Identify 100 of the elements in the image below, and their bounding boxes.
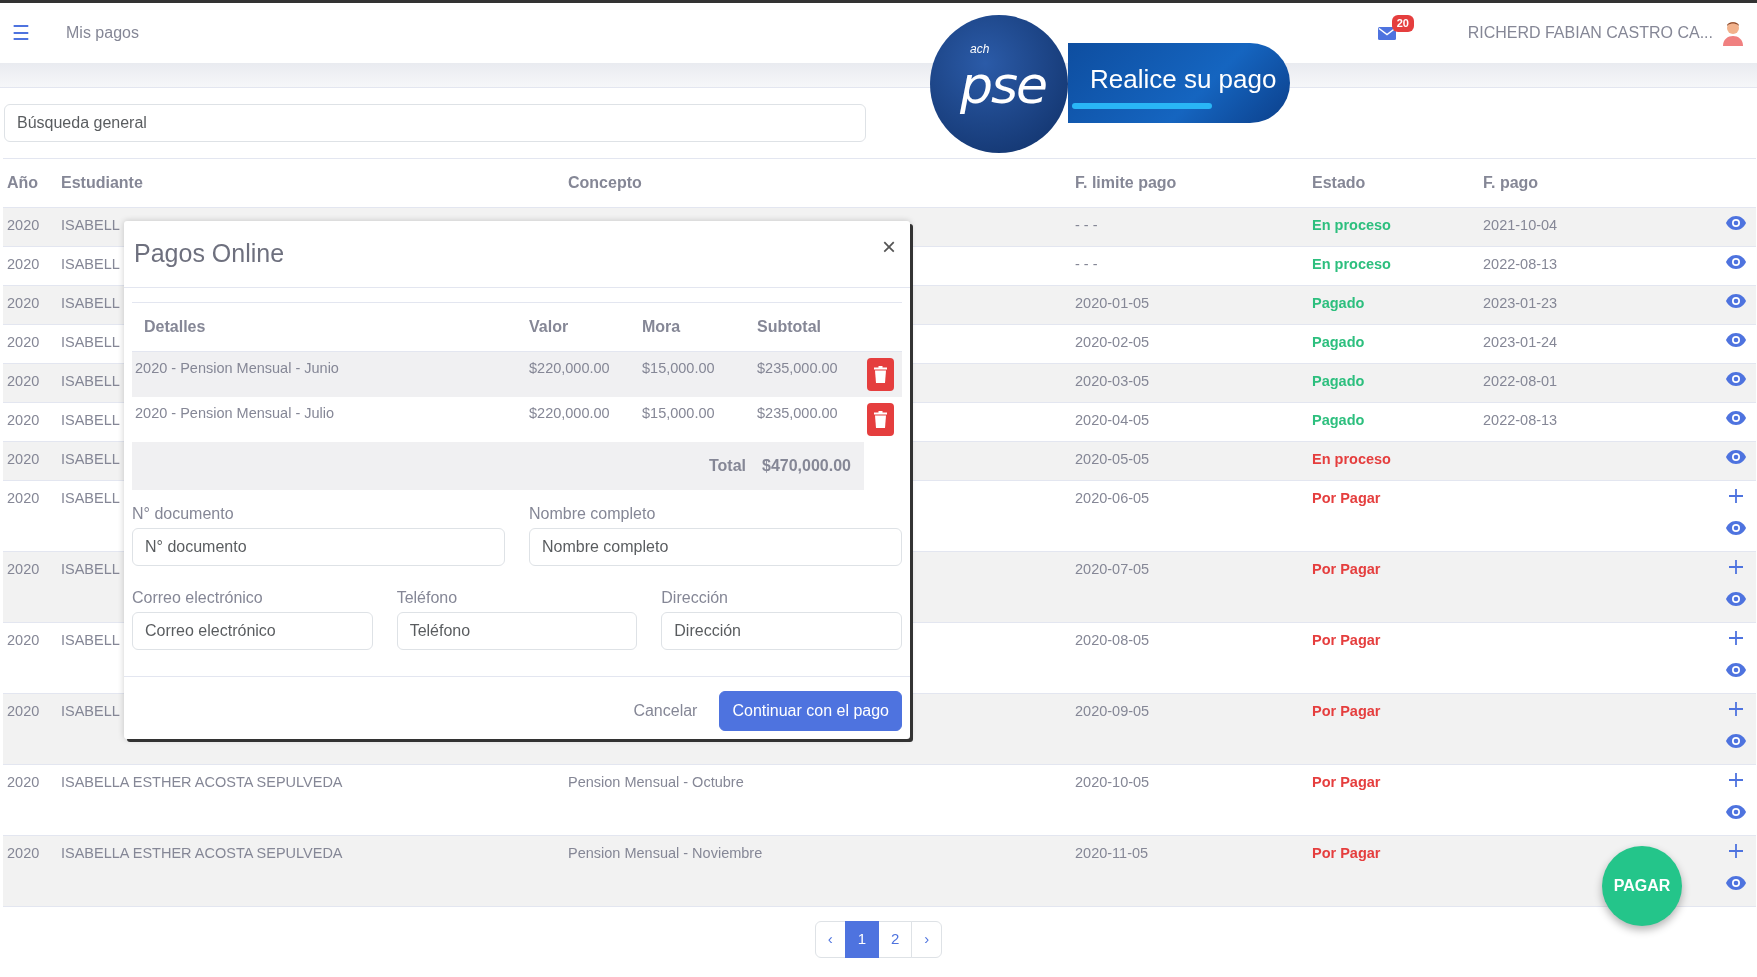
table-cell: - - -	[1071, 207, 1308, 247]
table-cell: Pension Mensual - Octubre	[568, 774, 744, 790]
status-text: Por Pagar	[1308, 693, 1479, 765]
field-label: Correo electrónico	[132, 587, 264, 608]
input-field[interactable]: N° documento	[132, 527, 505, 566]
column-header: Valor	[526, 302, 639, 351]
table-cell: 2020	[3, 480, 57, 552]
field-label: N° documento	[132, 503, 235, 524]
status-text: Por Pagar	[1308, 764, 1479, 836]
menu-icon[interactable]: ☰	[12, 18, 30, 48]
table-cell: 2020 - Pension Mensual - Junio	[132, 351, 526, 397]
table-cell: 2020	[3, 285, 57, 325]
column-header: Estado	[1308, 158, 1479, 208]
table-cell: 2020-01-05	[1071, 285, 1308, 325]
table-cell: 2020-09-05	[1071, 693, 1308, 765]
delete-button[interactable]	[867, 357, 894, 391]
status-text: Por Pagar	[1308, 480, 1479, 552]
table-cell: ISABELLA ESTHER ACOSTA SEPULVEDA	[57, 764, 564, 836]
delete-button[interactable]	[867, 402, 894, 436]
table-cell: 2023-01-23	[1479, 285, 1716, 325]
field-label: Dirección	[661, 587, 729, 608]
logo-caption: ach	[970, 43, 990, 55]
input-field[interactable]: Nombre completo	[529, 527, 902, 566]
total-amount: $470,000.00	[754, 441, 864, 490]
table-cell: 2020	[3, 363, 57, 403]
table-cell: $220,000.00	[526, 351, 639, 397]
view-icon[interactable]	[1725, 520, 1747, 536]
table-cell: 2020-05-05	[1071, 441, 1308, 481]
table-cell: $15,000.00	[639, 351, 754, 397]
add-icon[interactable]	[1728, 843, 1744, 859]
table-cell: 2020-03-05	[1071, 363, 1308, 403]
table-cell: 2020-08-05	[1071, 622, 1308, 694]
search-field[interactable]: Búsqueda general	[4, 104, 866, 142]
mail-icon[interactable]	[1377, 26, 1396, 40]
page-link[interactable]: 2	[878, 921, 913, 958]
page-link[interactable]: ‹	[814, 921, 846, 958]
view-icon[interactable]	[1725, 332, 1747, 348]
table-cell: 2020	[3, 551, 57, 623]
table-cell: 2020-06-05	[1071, 480, 1308, 552]
table-cell: ISABELLA ESTHER ACOSTA SEPULVEDA	[57, 835, 564, 907]
logo-circle[interactable]: ach pse	[930, 15, 1068, 153]
table-cell: $235,000.00	[754, 396, 864, 442]
page-link[interactable]: 1	[844, 921, 879, 958]
view-icon[interactable]	[1725, 733, 1747, 749]
status-text: Por Pagar	[1308, 551, 1479, 623]
add-icon[interactable]	[1728, 559, 1744, 575]
status-text: En proceso	[1308, 246, 1479, 286]
view-icon[interactable]	[1725, 254, 1747, 270]
column-header: Mora	[639, 302, 754, 351]
table-cell: 2020-04-05	[1071, 402, 1308, 442]
table-cell: 2020	[3, 402, 57, 442]
field-label: Teléfono	[396, 587, 459, 608]
table-cell: 2020	[3, 441, 57, 481]
banner-text: Realice su pago	[1090, 64, 1277, 94]
view-icon[interactable]	[1725, 371, 1747, 387]
table-cell: 2020	[3, 764, 57, 836]
continue-button[interactable]: Continuar con el pago	[719, 690, 902, 731]
add-icon[interactable]	[1728, 701, 1744, 717]
input-field[interactable]: Teléfono	[396, 611, 638, 650]
page-title: Mis pagos	[66, 23, 139, 43]
table-cell: $235,000.00	[754, 351, 864, 397]
add-icon[interactable]	[1728, 772, 1744, 788]
table-cell: 2020	[3, 693, 57, 765]
view-icon[interactable]	[1725, 293, 1747, 309]
table-cell: 2022-08-01	[1479, 363, 1716, 403]
column-header: Estudiante	[57, 158, 564, 208]
user-name[interactable]: RICHERD FABIAN CASTRO CA...	[1467, 21, 1713, 45]
column-header: Detalles	[132, 302, 526, 351]
status-text: En proceso	[1308, 207, 1479, 247]
input-field[interactable]: Dirección	[661, 611, 902, 650]
input-field[interactable]: Correo electrónico	[132, 611, 373, 650]
table-cell: 2020-02-05	[1071, 324, 1308, 364]
table-cell: 2020	[3, 207, 57, 247]
notification-badge: 20	[1391, 14, 1414, 32]
trash-icon	[874, 365, 887, 383]
table-cell: 2020-10-05	[1071, 764, 1308, 836]
view-icon[interactable]	[1725, 591, 1747, 607]
column-header: Concepto	[564, 158, 1071, 208]
status-text: Pagado	[1308, 402, 1479, 442]
view-icon[interactable]	[1725, 449, 1747, 465]
close-button[interactable]: ×	[878, 235, 900, 259]
view-icon[interactable]	[1725, 662, 1747, 678]
view-icon[interactable]	[1725, 215, 1747, 231]
view-icon[interactable]	[1725, 875, 1747, 891]
trash-icon	[874, 410, 887, 428]
table-cell: 2020-11-05	[1071, 835, 1308, 907]
status-text: Pagado	[1308, 324, 1479, 364]
view-icon[interactable]	[1725, 410, 1747, 426]
page-link[interactable]: ›	[911, 921, 943, 958]
table-cell: 2023-01-24	[1479, 324, 1716, 364]
banner-pill[interactable]: Realice su pago	[1068, 43, 1290, 123]
add-icon[interactable]	[1728, 630, 1744, 646]
view-icon[interactable]	[1725, 804, 1747, 820]
add-icon[interactable]	[1728, 488, 1744, 504]
table-cell: 2022-08-13	[1479, 246, 1716, 286]
cancel-button[interactable]: Cancelar	[627, 697, 704, 724]
status-text: Pagado	[1308, 285, 1479, 325]
table-cell: 2020	[3, 622, 57, 694]
column-header: F. pago	[1479, 158, 1716, 208]
avatar-icon[interactable]	[1721, 20, 1745, 46]
